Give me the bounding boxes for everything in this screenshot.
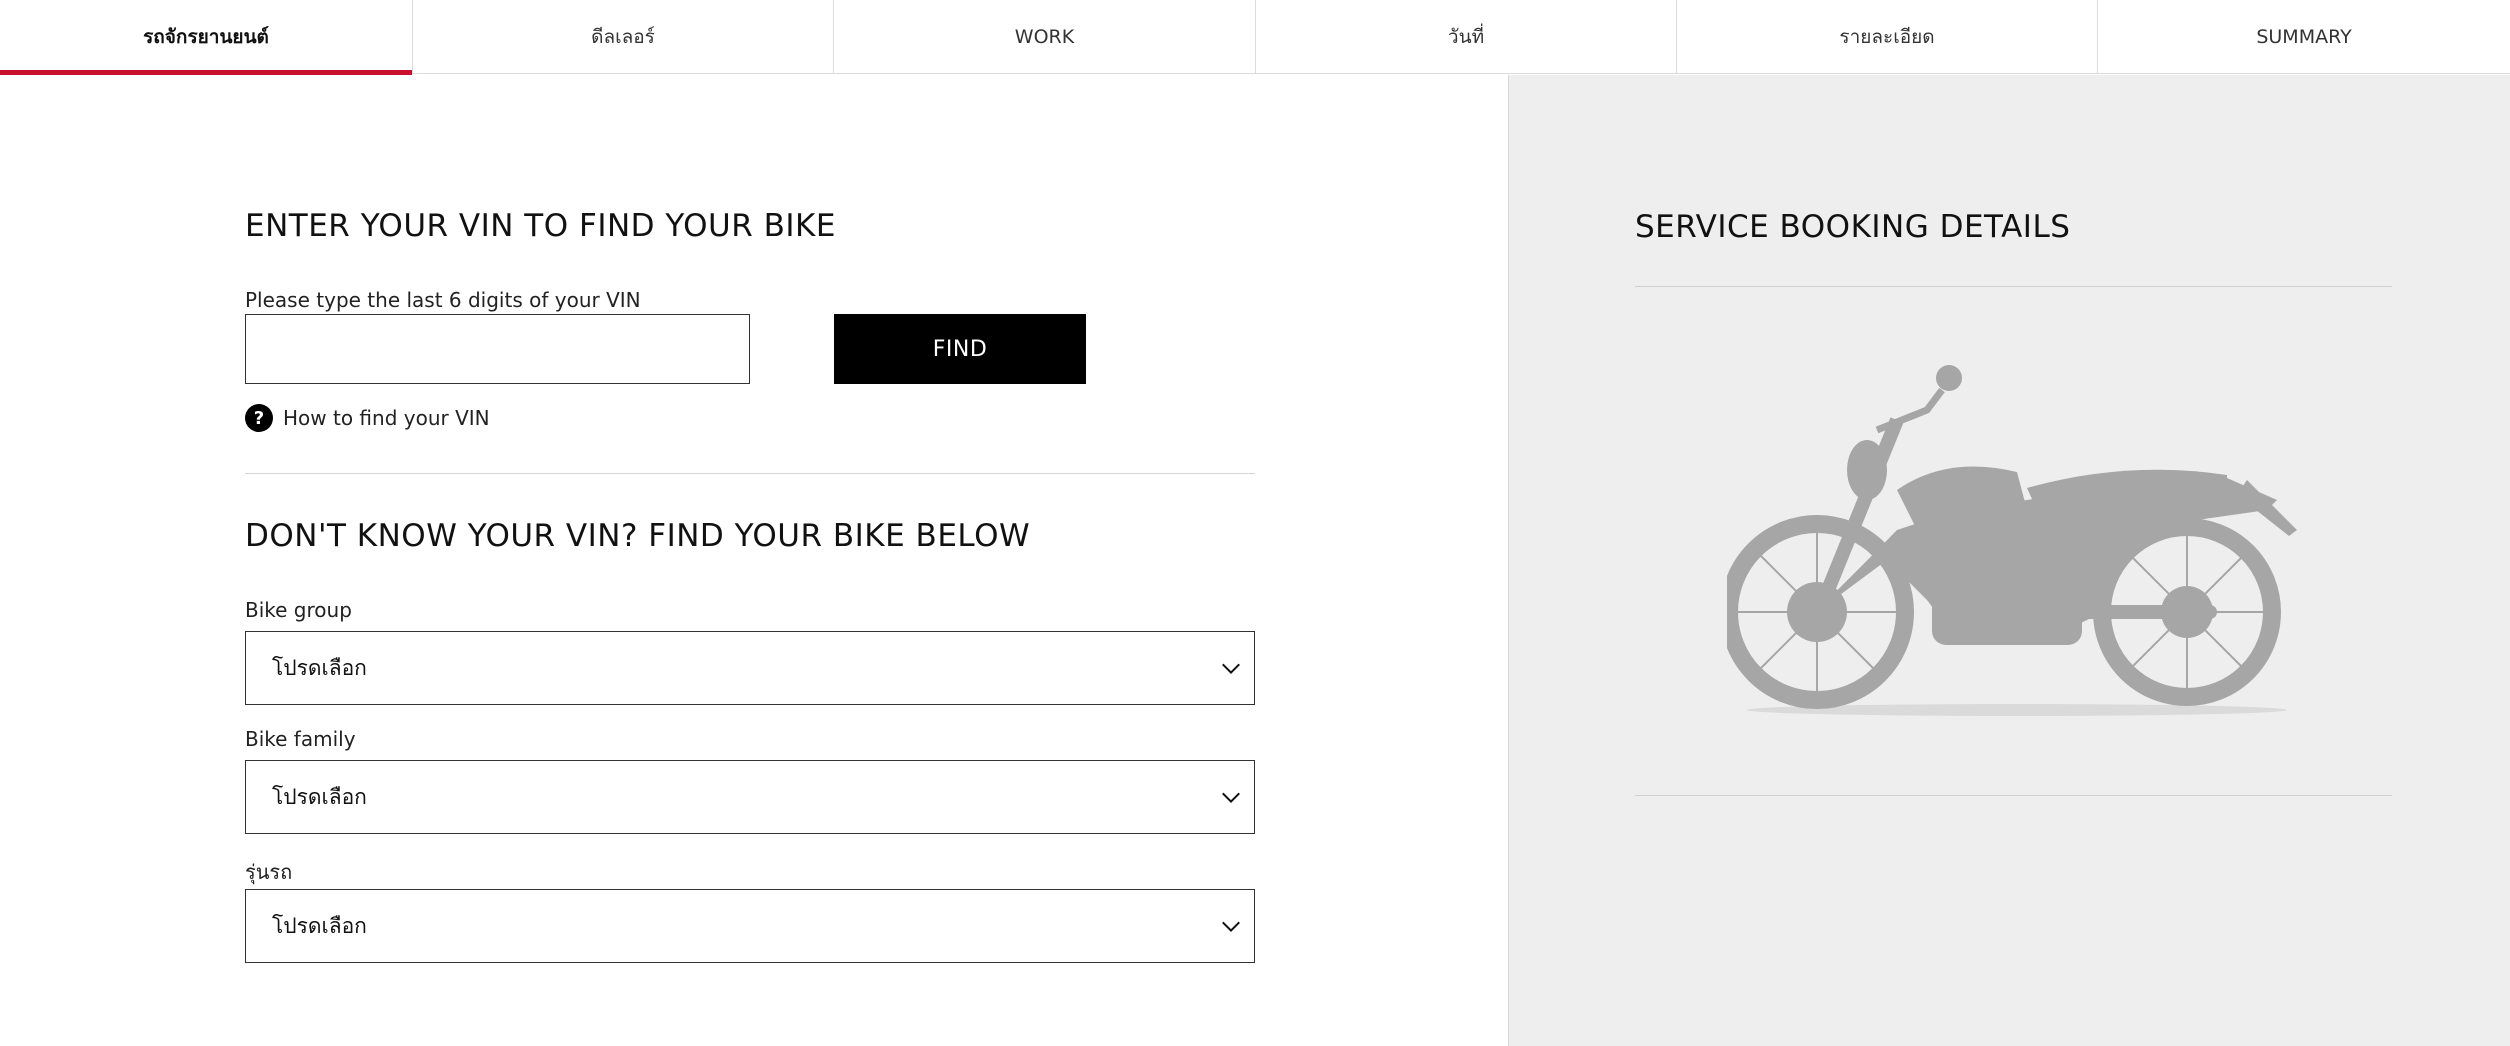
tab-motorcycle[interactable]: รถจักรยานยนต์	[0, 0, 413, 75]
tab-dealer[interactable]: ดีลเลอร์	[413, 0, 834, 74]
bike-group-select[interactable]: โปรดเลือก	[245, 631, 1255, 705]
service-booking-panel: SERVICE BOOKING DETAILS	[1508, 75, 2510, 1046]
bike-group-label: Bike group	[245, 598, 352, 622]
bike-model-label: รุ่นรถ	[245, 860, 293, 884]
bike-group-value: โปรดเลือก	[272, 655, 367, 680]
how-to-find-vin-link[interactable]: ? How to find your VIN	[245, 404, 490, 432]
tab-work[interactable]: WORK	[834, 0, 1256, 74]
service-booking-title: SERVICE BOOKING DETAILS	[1635, 209, 2071, 245]
motorcycle-silhouette-icon	[1727, 365, 2297, 716]
question-icon: ?	[245, 404, 273, 432]
find-button[interactable]: FIND	[834, 314, 1086, 384]
find-bike-section-title: DON'T KNOW YOUR VIN? FIND YOUR BIKE BELO…	[245, 518, 1031, 554]
chevron-down-icon	[1222, 921, 1240, 933]
bike-family-label: Bike family	[245, 727, 356, 751]
tab-summary[interactable]: SUMMARY	[2098, 0, 2510, 74]
chevron-down-icon	[1222, 663, 1240, 675]
tab-details[interactable]: รายละเอียด	[1677, 0, 2098, 74]
vin-section-title: ENTER YOUR VIN TO FIND YOUR BIKE	[245, 208, 836, 244]
bike-model-value: โปรดเลือก	[272, 913, 367, 938]
step-tabs: รถจักรยานยนต์ ดีลเลอร์ WORK วันที่ รายละ…	[0, 0, 2510, 75]
chevron-down-icon	[1222, 792, 1240, 804]
tab-date[interactable]: วันที่	[1256, 0, 1677, 74]
panel-divider-bottom	[1635, 795, 2392, 796]
vin-input[interactable]	[245, 314, 750, 384]
panel-divider-top	[1635, 286, 2392, 287]
bike-family-select[interactable]: โปรดเลือก	[245, 760, 1255, 834]
section-divider	[245, 473, 1255, 474]
vin-input-label: Please type the last 6 digits of your VI…	[245, 288, 641, 312]
help-link-text: How to find your VIN	[283, 406, 490, 430]
bike-model-select[interactable]: โปรดเลือก	[245, 889, 1255, 963]
bike-family-value: โปรดเลือก	[272, 784, 367, 809]
